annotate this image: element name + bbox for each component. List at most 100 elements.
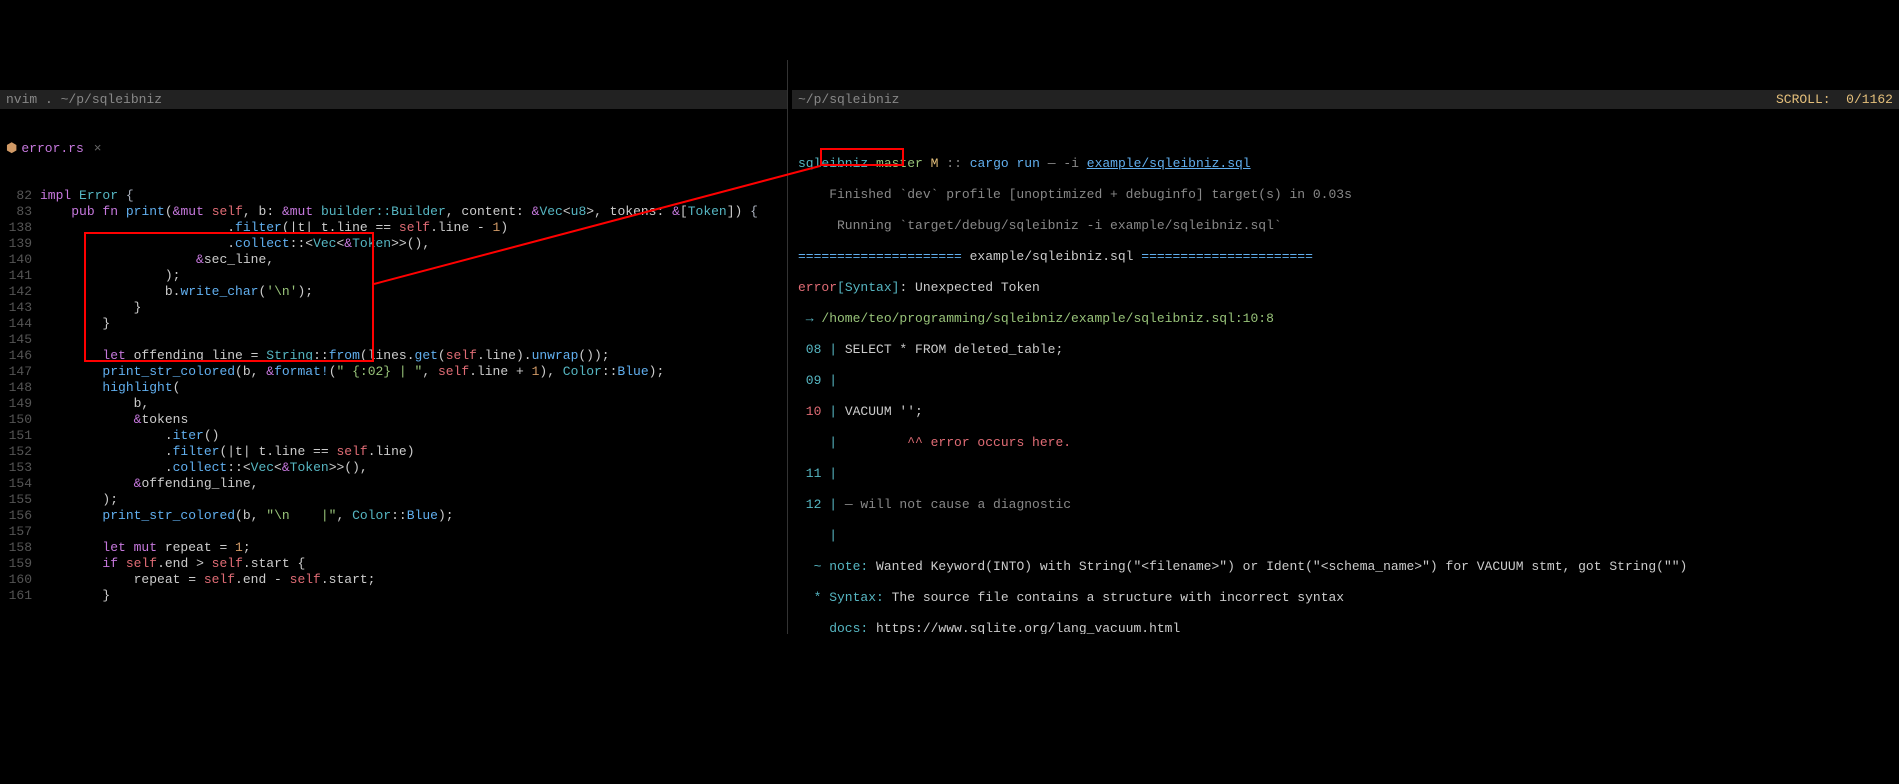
code-line[interactable]: 156 print_str_colored(b, "\n |", Color::… (0, 508, 787, 524)
code-line[interactable]: 157 (0, 524, 787, 540)
code-line[interactable]: 146 let offending_line = String::from(li… (0, 348, 787, 364)
line-number: 138 (0, 220, 40, 236)
code-content: b.write_char('\n'); (40, 284, 313, 299)
code-content: ); (40, 268, 180, 283)
code-content: .iter() (40, 428, 219, 443)
line-number: 161 (0, 588, 40, 604)
close-icon[interactable]: × (94, 141, 102, 156)
code-content: .collect::<Vec<&Token>>(), (40, 460, 368, 475)
prompt-modified: M (931, 156, 939, 171)
cargo-running: Running `target/debug/sqleibniz -i examp… (798, 218, 1893, 234)
line-number: 142 (0, 284, 40, 300)
line-number: 155 (0, 492, 40, 508)
cargo-finished: Finished `dev` profile [unoptimized + de… (798, 187, 1893, 203)
line-number: 159 (0, 556, 40, 572)
rust-icon: ⬢ (6, 141, 17, 156)
line-number: 149 (0, 396, 40, 412)
prompt-project: sqleibniz (798, 156, 868, 171)
code-line[interactable]: 147 print_str_colored(b, &format!(" {:02… (0, 364, 787, 380)
code-content: } (40, 300, 141, 315)
tab-filename: error.rs (21, 141, 83, 156)
line-number: 153 (0, 460, 40, 476)
terminal-title-bar: ~/p/sqleibniz SCROLL: 0/1162 (792, 90, 1899, 109)
code-content: } (40, 316, 110, 331)
line-number: 146 (0, 348, 40, 364)
line-number: 150 (0, 412, 40, 428)
code-line[interactable]: 158 let mut repeat = 1; (0, 540, 787, 556)
code-line[interactable]: 149 b, (0, 396, 787, 412)
offending-line: VACUUM ''; (845, 404, 923, 419)
code-line[interactable]: 143 } (0, 300, 787, 316)
editor-title-bar: nvim . ~/p/sqleibniz (0, 90, 787, 109)
code-content: .filter(|t| t.line == self.line - 1) (40, 220, 508, 235)
line-number: 140 (0, 252, 40, 268)
code-content: highlight( (40, 380, 180, 395)
code-content: let mut repeat = 1; (40, 540, 251, 555)
line-number: 152 (0, 444, 40, 460)
code-line[interactable]: 159 if self.end > self.start { (0, 556, 787, 572)
code-line[interactable]: 154 &offending_line, (0, 476, 787, 492)
code-line[interactable]: 152 .filter(|t| t.line == self.line) (0, 444, 787, 460)
prompt-branch: master (876, 156, 923, 171)
error-caret: ^^ error occurs here. (845, 435, 1071, 450)
terminal-output[interactable]: sqleibniz master M :: cargo run — -i exa… (792, 139, 1899, 634)
code-line[interactable]: 140 &sec_line, (0, 252, 787, 268)
line-number: 147 (0, 364, 40, 380)
terminal-title: ~/p/sqleibniz (798, 92, 899, 107)
line-number: 143 (0, 300, 40, 316)
code-line[interactable]: 153 .collect::<Vec<&Token>>(), (0, 460, 787, 476)
code-content: impl Error { (40, 188, 134, 203)
code-content: print_str_colored(b, "\n |", Color::Blue… (40, 508, 454, 523)
line-number: 145 (0, 332, 40, 348)
code-content: .collect::<Vec<&Token>>(), (40, 236, 430, 251)
code-content: repeat = self.end - self.start; (40, 572, 375, 587)
code-line[interactable]: 150 &tokens (0, 412, 787, 428)
editor-title: nvim . ~/p/sqleibniz (6, 92, 162, 107)
line-number: 158 (0, 540, 40, 556)
code-content: if self.end > self.start { (40, 556, 305, 571)
code-content: .filter(|t| t.line == self.line) (40, 444, 415, 459)
code-content: print_str_colored(b, &format!(" {:02} | … (40, 364, 664, 379)
code-content: &tokens (40, 412, 188, 427)
code-line[interactable]: 138 .filter(|t| t.line == self.line - 1) (0, 220, 787, 236)
code-content: let offending_line = String::from(lines.… (40, 348, 610, 363)
code-line[interactable]: 141 ); (0, 268, 787, 284)
code-area[interactable]: 82impl Error {83 pub fn print(&mut self,… (0, 188, 787, 604)
line-number: 139 (0, 236, 40, 252)
error-location: /home/teo/programming/sqleibniz/example/… (821, 311, 1273, 326)
line-number: 144 (0, 316, 40, 332)
tab-error-rs[interactable]: ⬢ error.rs × (6, 141, 102, 156)
editor-pane: nvim . ~/p/sqleibniz ⬢ error.rs × 82impl… (0, 60, 788, 634)
code-line[interactable]: 83 pub fn print(&mut self, b: &mut build… (0, 204, 787, 220)
line-number: 160 (0, 572, 40, 588)
line-number: 141 (0, 268, 40, 284)
arrow-icon: → (798, 311, 821, 326)
code-line[interactable]: 82impl Error { (0, 188, 787, 204)
code-content: } (40, 588, 110, 603)
terminal-pane: ~/p/sqleibniz SCROLL: 0/1162 sqleibniz m… (788, 60, 1899, 634)
line-number: 157 (0, 524, 40, 540)
line-number: 148 (0, 380, 40, 396)
error-label: error (798, 280, 837, 295)
scroll-indicator: SCROLL: 0/1162 (1776, 92, 1893, 107)
code-content: &offending_line, (40, 476, 258, 491)
code-content: ); (40, 492, 118, 507)
code-line[interactable]: 142 b.write_char('\n'); (0, 284, 787, 300)
line-number: 154 (0, 476, 40, 492)
code-line[interactable]: 161 } (0, 588, 787, 604)
code-content: &sec_line, (40, 252, 274, 267)
code-line[interactable]: 139 .collect::<Vec<&Token>>(), (0, 236, 787, 252)
code-line[interactable]: 144 } (0, 316, 787, 332)
code-line[interactable]: 145 (0, 332, 787, 348)
prompt-file-link[interactable]: example/sqleibniz.sql (1087, 156, 1251, 171)
code-line[interactable]: 148 highlight( (0, 380, 787, 396)
line-number: 151 (0, 428, 40, 444)
line-number: 82 (0, 188, 40, 204)
line-number: 83 (0, 204, 40, 220)
line-number: 156 (0, 508, 40, 524)
code-content: pub fn print(&mut self, b: &mut builder:… (40, 204, 758, 219)
code-line[interactable]: 155 ); (0, 492, 787, 508)
code-line[interactable]: 151 .iter() (0, 428, 787, 444)
tab-bar: ⬢ error.rs × (0, 139, 787, 158)
code-line[interactable]: 160 repeat = self.end - self.start; (0, 572, 787, 588)
